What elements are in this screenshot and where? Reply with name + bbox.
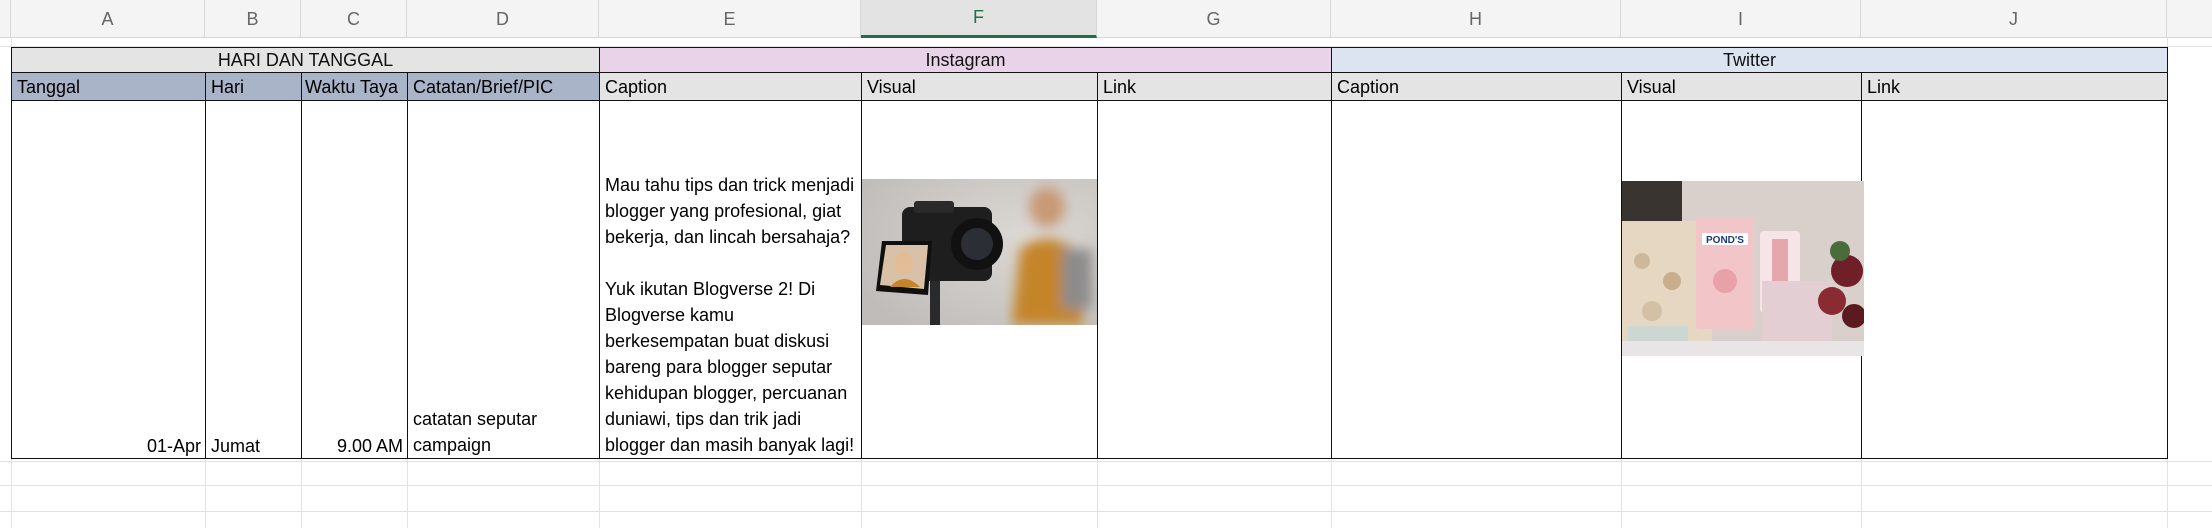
gridline [1331,458,1332,528]
cell-ig-caption[interactable]: Mau tahu tips dan trick menjadi blogger … [599,100,862,459]
subheader-tanggal[interactable]: Tanggal [11,72,206,101]
gridline [1621,458,1622,528]
camera-photo-graphic [862,179,1097,325]
caption-line: blogger dan masih banyak lagi! [605,435,855,455]
tanggal-value: 01-Apr [146,436,201,456]
gridline [0,461,2212,462]
cell-hari[interactable]: Jumat [205,100,302,459]
column-header-empty [2167,0,2212,38]
caption-line: duniawi, tips dan trik jadi [605,409,802,429]
caption-line: Mau tahu tips dan trick menjadi [605,175,855,195]
caption-line: bekerja, dan lincah bersahaja? [605,227,851,247]
column-header-f[interactable]: F [861,0,1097,38]
column-header-bar: A B C D E F G H I J [0,0,2212,38]
caption-line: bareng para blogger seputar [605,357,833,377]
column-header-c[interactable]: C [301,0,407,38]
cell-ig-link[interactable] [1097,100,1332,459]
caption-line [605,250,860,276]
gridline [861,458,862,528]
subheader-waktu[interactable]: Waktu Taya [301,72,408,101]
gridline [1861,458,1862,528]
caption-line: Yuk ikutan Blogverse 2! Di [605,279,816,299]
group-header-instagram[interactable]: Instagram [599,47,1332,73]
caption-line: kehidupan blogger, percuanan [605,383,848,403]
subheader-tw-link[interactable]: Link [1861,72,2168,101]
caption-line: Blogverse kamu [605,305,735,325]
subheader-tw-caption[interactable]: Caption [1331,72,1622,101]
column-header-g[interactable]: G [1097,0,1331,38]
catatan-value: catatan seputar campaign [413,406,537,458]
ponds-products-graphic: POND'S [1622,181,1864,356]
gridline [301,458,302,528]
column-header-b[interactable]: B [205,0,301,38]
cell-catatan[interactable]: catatan seputar campaign [407,100,600,459]
column-header-a[interactable]: A [11,0,205,38]
select-all-corner[interactable] [0,0,11,38]
ponds-products-image[interactable]: POND'S [1622,181,1864,356]
waktu-value: 9.00 AM [336,436,403,456]
group-header-hari-tanggal[interactable]: HARI DAN TANGGAL [11,47,600,73]
subheader-ig-caption[interactable]: Caption [599,72,862,101]
column-header-e[interactable]: E [599,0,861,38]
cell-tw-link[interactable] [1861,100,2168,459]
gridline [599,458,600,528]
caption-line: blogger yang profesional, giat [605,201,842,221]
column-header-i[interactable]: I [1621,0,1861,38]
subheader-tw-visual[interactable]: Visual [1621,72,1862,101]
caption-line: berkesempatan buat diskusi [605,331,830,351]
column-header-j[interactable]: J [1861,0,2167,38]
gridline [0,485,2212,486]
column-header-d[interactable]: D [407,0,599,38]
group-header-twitter[interactable]: Twitter [1331,47,2168,73]
gridline [1097,458,1098,528]
subheader-ig-link[interactable]: Link [1097,72,1332,101]
subheader-catatan[interactable]: Catatan/Brief/PIC [407,72,600,101]
gridline [407,458,408,528]
gridline [0,511,2212,512]
subheader-hari[interactable]: Hari [205,72,302,101]
subheader-ig-visual[interactable]: Visual [861,72,1098,101]
ig-caption-text: Mau tahu tips dan trick menjadi blogger … [605,172,860,458]
hari-value: Jumat [211,436,261,456]
ponds-brand-label: POND'S [1706,235,1744,246]
catatan-line: campaign [413,435,492,455]
catatan-line: catatan seputar [413,409,538,429]
gridline [205,458,206,528]
cell-tw-caption[interactable] [1331,100,1622,459]
camera-photo-image[interactable] [862,179,1097,325]
cell-tanggal[interactable]: 01-Apr [11,100,206,459]
column-header-h[interactable]: H [1331,0,1621,38]
cell-waktu[interactable]: 9.00 AM [301,100,408,459]
